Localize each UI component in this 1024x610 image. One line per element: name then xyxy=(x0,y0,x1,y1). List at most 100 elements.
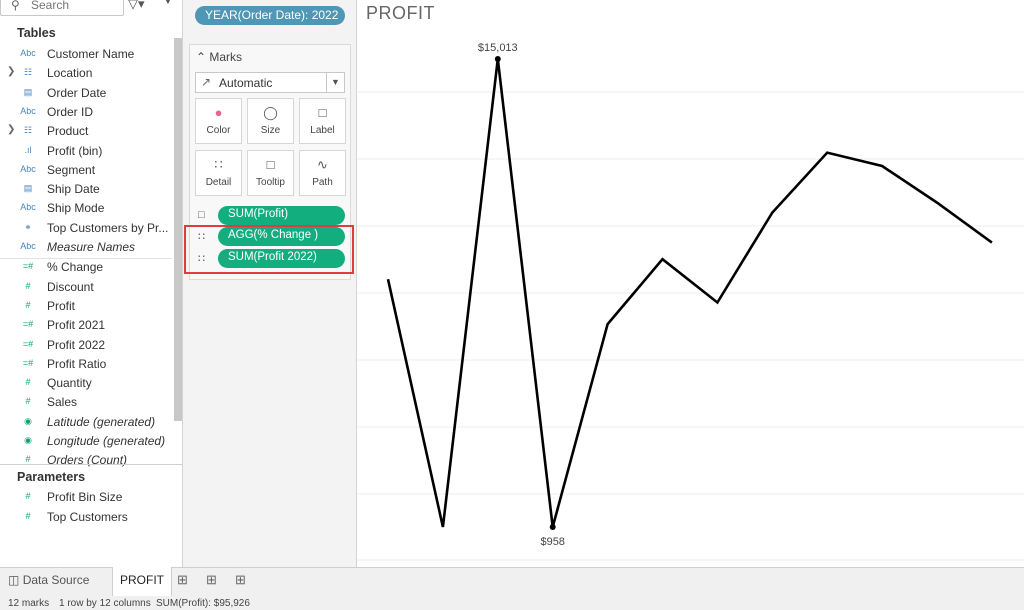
string-icon: Abc xyxy=(20,202,36,213)
search-box[interactable]: ⚲ xyxy=(0,0,124,16)
field-item[interactable]: ◉ Latitude (generated) xyxy=(0,413,172,432)
field-name: Order Date xyxy=(47,85,107,100)
hierarchy-icon: ☷ xyxy=(23,67,33,78)
calculated-field-icon: =# xyxy=(22,357,34,368)
color-button[interactable]: ●​ Color xyxy=(195,98,242,144)
status-layout: 1 row by 12 columns xyxy=(59,598,151,609)
field-name: Profit 2021 xyxy=(47,318,106,333)
field-name: % Change xyxy=(47,260,104,275)
field-item[interactable]: ▤ Order Date xyxy=(0,84,172,103)
divider xyxy=(0,464,182,465)
field-item[interactable]: Abc Segment xyxy=(0,161,172,180)
chevron-right-icon[interactable]: ❯ xyxy=(7,66,15,77)
new-story-icon[interactable]: ⊞ xyxy=(235,572,246,588)
field-item[interactable]: # Profit xyxy=(0,297,172,316)
field-item[interactable]: Abc Customer Name xyxy=(0,45,172,64)
measure-pill[interactable]: SUM(Profit) xyxy=(218,206,345,225)
detail-button[interactable]: ∷ Detail xyxy=(195,150,242,196)
label-button[interactable]: □ Label xyxy=(299,98,346,144)
marks-title[interactable]: ⌃ Marks xyxy=(196,50,242,64)
field-item[interactable]: =# Profit Ratio xyxy=(0,355,172,374)
size-icon: ◯ xyxy=(263,105,278,120)
field-name: Orders (Count) xyxy=(47,453,128,468)
search-input[interactable] xyxy=(31,0,119,12)
number-icon: # xyxy=(25,511,31,521)
path-button[interactable]: ∿ Path xyxy=(299,150,346,196)
field-name: Profit 2022 xyxy=(47,337,106,352)
field-item[interactable]: Abc Ship Mode xyxy=(0,199,172,218)
calculated-field-icon: =# xyxy=(22,338,34,349)
field-name: Profit Bin Size xyxy=(47,490,123,504)
line-mark-icon: ↗ xyxy=(201,75,212,89)
size-button[interactable]: ◯ Size xyxy=(247,98,294,144)
field-item[interactable]: ⚭ Top Customers by Pr... xyxy=(0,219,172,238)
field-name: Latitude (generated) xyxy=(47,414,156,429)
new-worksheet-icon[interactable]: ⊞ xyxy=(177,572,188,588)
field-item[interactable]: .ıl Profit (bin) xyxy=(0,142,172,161)
field-name: Ship Mode xyxy=(47,201,105,216)
new-dashboard-icon[interactable]: ⊞ xyxy=(206,572,217,588)
field-item[interactable]: # Quantity xyxy=(0,374,172,393)
set-icon: ⚭ xyxy=(24,221,32,232)
field-item[interactable]: ▤ Ship Date xyxy=(0,180,172,199)
field-item[interactable]: # Orders (Count) xyxy=(0,451,172,470)
field-name: Segment xyxy=(47,162,96,177)
field-item[interactable]: =# Profit 2021 xyxy=(0,316,172,335)
field-item[interactable]: ❯ ☷ Location xyxy=(0,64,172,83)
search-icon: ⚲ xyxy=(11,0,20,12)
field-item[interactable]: Abc Order ID xyxy=(0,103,172,122)
field-name: Ship Date xyxy=(47,182,100,197)
field-name: Top Customers xyxy=(47,510,128,524)
label-label: Label xyxy=(310,125,335,136)
path-label: Path xyxy=(312,177,333,188)
field-item[interactable]: # Top Customers xyxy=(0,508,172,527)
calculated-field-icon: =# xyxy=(22,319,34,330)
status-bar: 12 marks 1 row by 12 columns SUM(Profit)… xyxy=(0,596,1024,610)
field-name: Measure Names xyxy=(47,240,136,254)
tab-profit[interactable]: PROFIT xyxy=(112,567,172,596)
chevron-right-icon[interactable]: ❯ xyxy=(7,124,15,135)
tooltip-label: Tooltip xyxy=(256,177,285,188)
field-name: Order ID xyxy=(47,104,94,119)
tooltip-icon: □ xyxy=(266,157,275,172)
field-name: Customer Name xyxy=(47,47,135,61)
data-label: $15,013 xyxy=(478,42,518,54)
string-icon: Abc xyxy=(20,163,36,174)
field-item[interactable]: Abc Measure Names xyxy=(0,238,172,257)
field-name: Longitude (generated) xyxy=(47,434,166,448)
data-pane: ⚲ ▽▾ ▼ Tables Abc Customer Name ❯ ☷ Location… xyxy=(0,0,183,567)
divider xyxy=(0,258,172,259)
field-item[interactable]: ❯ ☷ Product xyxy=(0,122,172,141)
string-icon: Abc xyxy=(20,48,36,58)
filter-pill[interactable]: YEAR(Order Date): 2022 xyxy=(195,6,345,25)
data-point[interactable] xyxy=(494,56,501,62)
string-icon: Abc xyxy=(20,105,36,116)
field-item[interactable]: ◉ Longitude (generated) xyxy=(0,432,172,451)
field-item[interactable]: # Discount xyxy=(0,278,172,297)
parameters-header: Parameters xyxy=(17,470,86,484)
field-item[interactable]: =# % Change xyxy=(0,258,172,277)
highlight-box xyxy=(184,225,354,274)
field-name: Discount xyxy=(47,279,94,294)
scrollbar[interactable] xyxy=(174,38,182,421)
field-name: Profit Ratio xyxy=(47,356,107,371)
field-item[interactable]: # Sales xyxy=(0,393,172,412)
detail-label: Detail xyxy=(205,177,232,188)
marks-pill-row: □ SUM(Profit) xyxy=(195,206,347,226)
tab-data-source[interactable]: ◫ Data Source xyxy=(8,567,89,596)
database-icon: ◫ xyxy=(8,573,20,587)
field-name: Quantity xyxy=(47,376,92,391)
tooltip-button[interactable]: □ Tooltip xyxy=(247,150,294,196)
mark-type-label: Automatic xyxy=(219,76,273,90)
field-name: Location xyxy=(47,66,93,81)
pane-menu-icon[interactable]: ▼ xyxy=(163,0,173,7)
data-point[interactable] xyxy=(549,524,556,530)
filter-fields-icon[interactable]: ▽▾ xyxy=(128,0,145,12)
tab-data-source-label: Data Source xyxy=(22,573,90,587)
mark-type-dropdown[interactable]: ↗ Automatic ▼ xyxy=(195,72,345,93)
calculated-field-icon: =# xyxy=(22,261,34,272)
field-item[interactable]: =# Profit 2022 xyxy=(0,336,172,355)
field-item[interactable]: # Profit Bin Size xyxy=(0,488,172,507)
color-label: Color xyxy=(206,125,231,136)
field-name: Sales xyxy=(47,395,78,410)
